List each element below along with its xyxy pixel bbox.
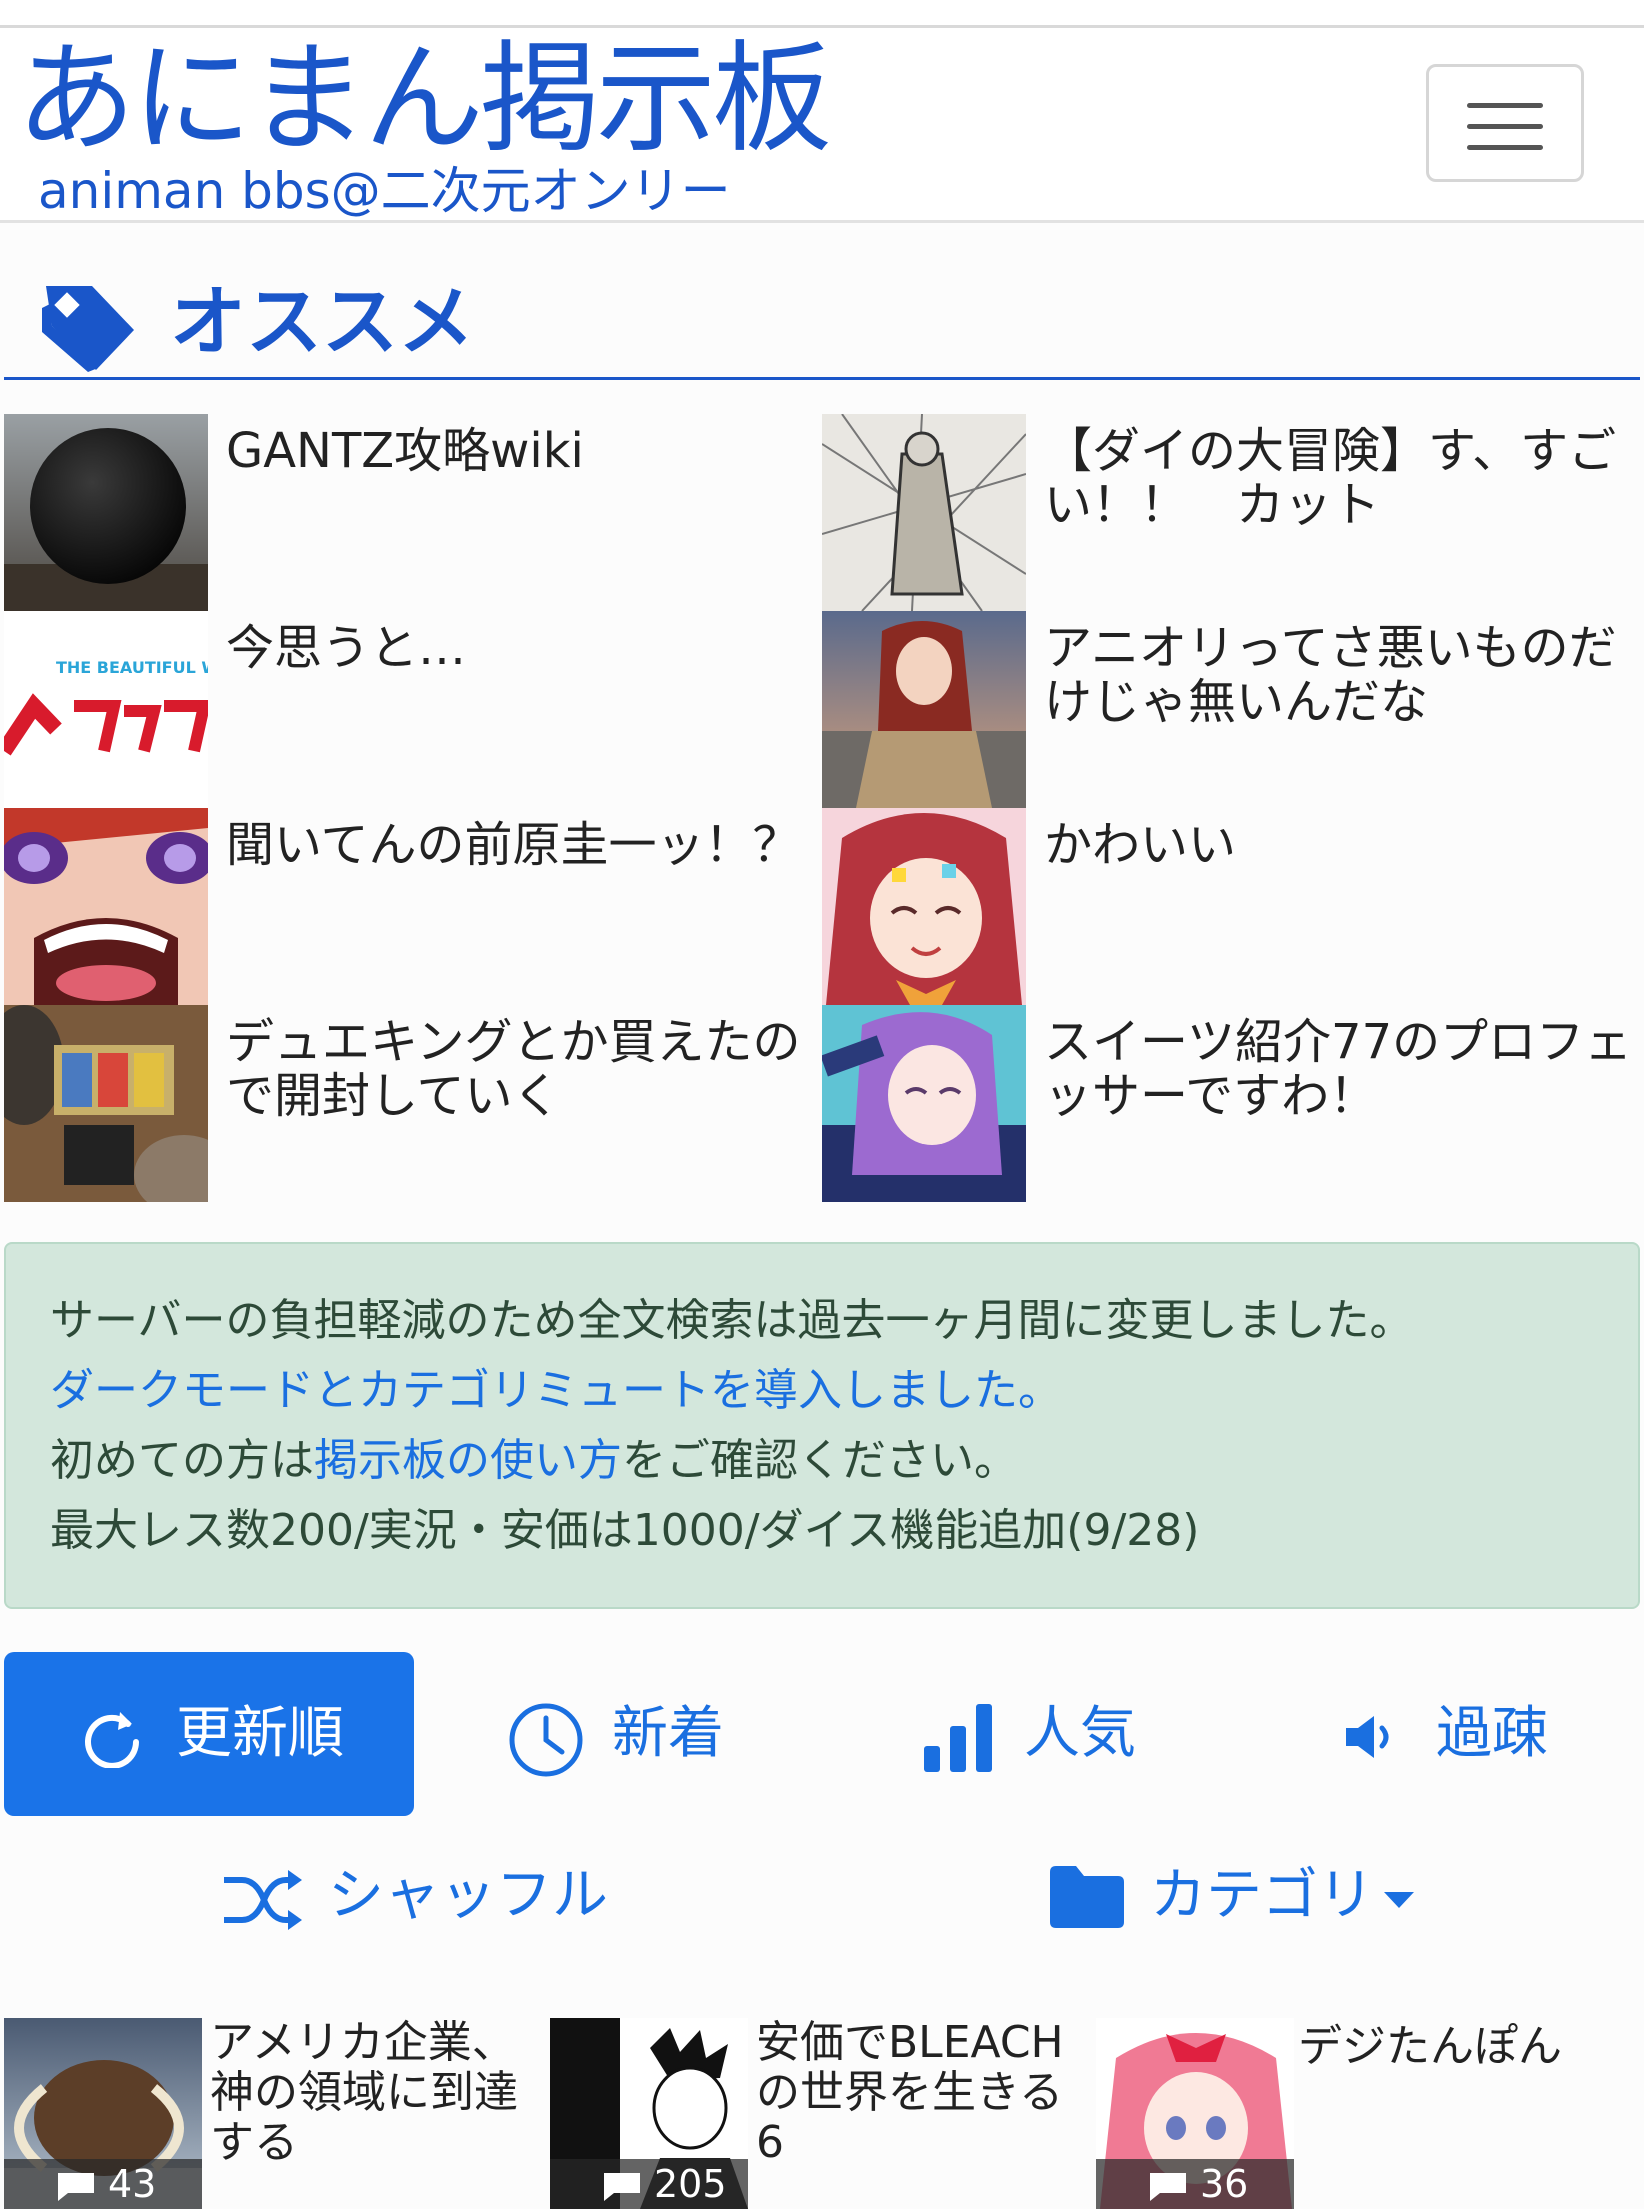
- clock-icon: [509, 1703, 583, 1777]
- recommend-title: スイーツ紹介77のプロフェッサーですわ！: [1044, 1014, 1633, 1124]
- thread-tile[interactable]: アメリカ企業、神の領域に到達する 43: [4, 2018, 544, 2209]
- tab-popular[interactable]: 人気: [920, 1652, 1160, 1816]
- thumbnail-cards-and-cat: [4, 1005, 208, 1202]
- thumb-text-beautiful-world: THE BEAUTIFUL WORLD ヘタリア: [56, 658, 208, 677]
- recommend-item[interactable]: GANTZ攻略wiki: [4, 414, 822, 611]
- recommend-item[interactable]: かわいい: [822, 808, 1640, 1005]
- tab-updated[interactable]: 更新順: [4, 1652, 414, 1816]
- tab-dormant[interactable]: 過疎: [1340, 1652, 1600, 1816]
- recommend-title: かわいい: [1044, 817, 1237, 873]
- hamburger-menu-icon: [1467, 103, 1543, 108]
- recommend-header: オススメ: [4, 280, 1640, 380]
- site-logo-subtitle[interactable]: animan bbs@二次元オンリー: [38, 164, 731, 218]
- thumbnail-smiling-girl: [822, 808, 1026, 1005]
- recommend-item[interactable]: 【ダイの大冒険】す、すごい！！ カット: [822, 414, 1640, 611]
- thread-title: 安価でBLEACHの世界を生きる6: [756, 2017, 1064, 2168]
- thread-tile[interactable]: 安価でBLEACHの世界を生きる6 205: [550, 2018, 1090, 2209]
- recommend-item[interactable]: デュエキングとか買えたので開封していく: [4, 1005, 822, 1202]
- comment-icon: [58, 2173, 94, 2201]
- shuffle-icon: [224, 1870, 302, 1930]
- recommend-title: 【ダイの大冒険】す、すごい！！ カット: [1044, 423, 1617, 533]
- thread-title: デジたんぽん: [1298, 2021, 1562, 2072]
- notice-first-time: 初めての方は掲示板の使い方をご確認ください。: [50, 1435, 1018, 1486]
- bar-chart-icon: [924, 1704, 992, 1772]
- thumbnail-shouting-face: [4, 808, 208, 1005]
- tag-icon: [42, 286, 134, 372]
- recommend-item[interactable]: 聞いてんの前原圭一ッ！？: [4, 808, 822, 1005]
- category-dropdown[interactable]: カテゴリ: [1046, 1814, 1476, 1978]
- section-title: オススメ: [170, 277, 474, 366]
- recommend-title: アニオリってさ悪いものだけじゃ無いんだな: [1044, 620, 1617, 730]
- recommend-title: 今思うと…: [226, 620, 467, 676]
- recommend-title: 聞いてんの前原圭一ッ！？: [226, 817, 801, 873]
- recommend-item[interactable]: スイーツ紹介77のプロフェッサーですわ！: [822, 1005, 1640, 1202]
- site-logo[interactable]: あにまん掲示板: [16, 32, 832, 168]
- comment-icon: [1150, 2173, 1186, 2201]
- thumbnail-anime-girl-sunset: [822, 611, 1026, 808]
- recommend-title: GANTZ攻略wiki: [226, 423, 584, 479]
- thumbnail-black-sphere: [4, 414, 208, 611]
- how-to-use-link[interactable]: 掲示板の使い方: [314, 1435, 622, 1486]
- folder-icon: [1050, 1866, 1124, 1928]
- recommend-item[interactable]: アニオリってさ悪いものだけじゃ無いんだな: [822, 611, 1640, 808]
- thumbnail-manga-panel: [822, 414, 1026, 611]
- notice-limits: 最大レス数200/実況・安価は1000/ダイス機能追加(9/28): [50, 1505, 1200, 1556]
- thumbnail-hetalia-logo: THE BEAUTIFUL WORLD ヘタリア: [4, 611, 208, 808]
- tab-new[interactable]: 新着: [500, 1652, 760, 1816]
- top-divider: [0, 0, 1644, 28]
- recommend-title: デュエキングとか買えたので開封していく: [226, 1014, 801, 1124]
- speaker-icon: [1346, 1716, 1389, 1758]
- comment-icon: [604, 2173, 640, 2201]
- thumbnail-purple-hair-girl: [822, 1005, 1026, 1202]
- site-header: あにまん掲示板 animan bbs@二次元オンリー: [0, 28, 1644, 223]
- notice-box: サーバーの負担軽減のため全文検索は過去一ヶ月間に変更しました。 ダークモードとカ…: [4, 1242, 1640, 1609]
- shuffle-button[interactable]: シャッフル: [222, 1814, 642, 1978]
- reply-count: 43: [4, 2159, 202, 2209]
- reply-count: 205: [550, 2159, 748, 2209]
- caret-down-icon: [1384, 1892, 1414, 1908]
- reply-count: 36: [1096, 2159, 1294, 2209]
- thread-tile[interactable]: デジたんぽん 36: [1096, 2018, 1636, 2209]
- notice-search-change: サーバーの負担軽減のため全文検索は過去一ヶ月間に変更しました。: [50, 1295, 1414, 1346]
- notice-darkmode-link[interactable]: ダークモードとカテゴリミュートを導入しました。: [50, 1356, 1638, 1426]
- hamburger-menu-button[interactable]: [1426, 64, 1584, 182]
- refresh-icon: [85, 1712, 139, 1768]
- recommend-item[interactable]: THE BEAUTIFUL WORLD ヘタリア 今思うと…: [4, 611, 822, 808]
- thread-title: アメリカ企業、神の領域に到達する: [210, 2017, 518, 2168]
